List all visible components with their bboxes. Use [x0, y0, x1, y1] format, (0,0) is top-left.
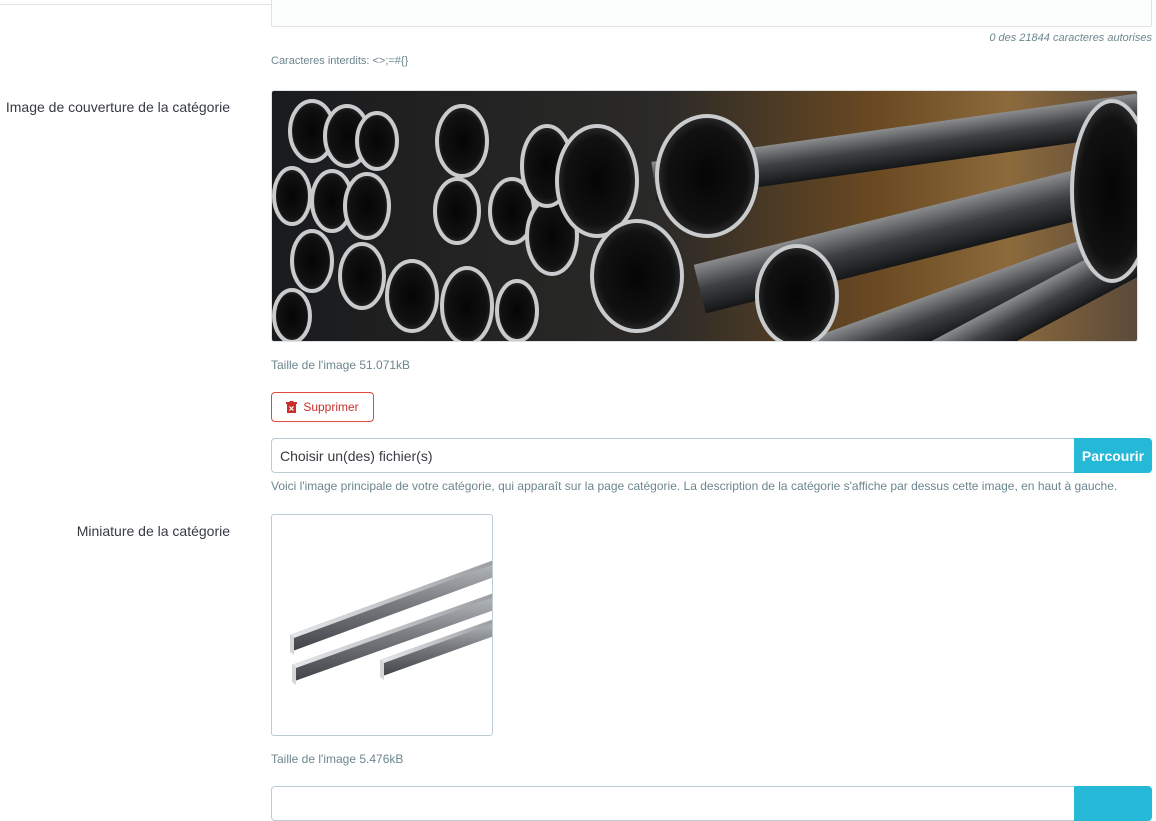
cover-help-text: Voici l'image principale de votre catégo…	[271, 479, 1118, 493]
cover-image-preview	[271, 90, 1138, 342]
top-divider	[0, 4, 271, 5]
delete-cover-button[interactable]: Supprimer	[271, 392, 374, 422]
browse-button[interactable]: Parcourir	[1074, 438, 1152, 473]
cover-file-picker: Choisir un(des) fichier(s) Parcourir	[271, 438, 1152, 473]
char-counter: 0 des 21844 caracteres autorises	[989, 32, 1152, 44]
thumbnail-size: Taille de l'image 5.476kB	[271, 752, 404, 766]
trash-icon	[286, 401, 298, 413]
thumbnail-preview	[271, 514, 493, 736]
description-textarea[interactable]	[271, 0, 1152, 27]
steel-tubes-image	[272, 91, 1137, 341]
cover-image-label: Image de couverture de la catégorie	[5, 99, 230, 115]
steel-flat-bars-image	[290, 560, 492, 685]
forbidden-chars-hint: Caracteres interdits: <>;=#{}	[271, 55, 409, 67]
cover-file-input[interactable]: Choisir un(des) fichier(s)	[271, 438, 1074, 473]
thumbnail-file-picker	[271, 786, 1152, 821]
thumbnail-file-input[interactable]	[271, 786, 1074, 821]
thumbnail-browse-button[interactable]	[1074, 786, 1152, 821]
cover-image-size: Taille de l'image 51.071kB	[271, 358, 411, 372]
delete-cover-label: Supprimer	[303, 400, 359, 414]
thumbnail-label: Miniature de la catégorie	[76, 523, 230, 539]
